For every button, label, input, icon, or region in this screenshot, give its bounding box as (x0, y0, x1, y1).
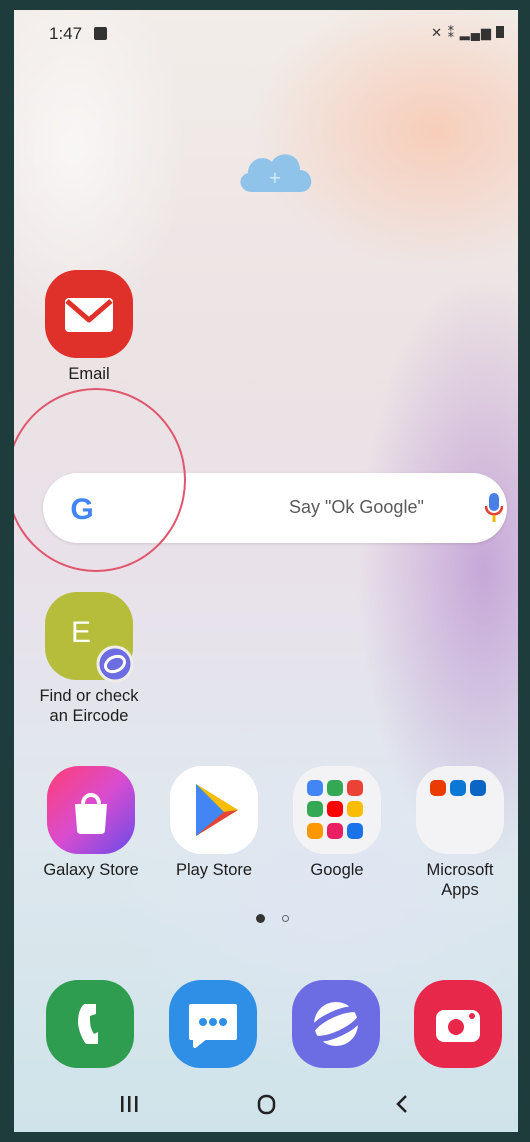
microsoft-apps-label: Microsoft Apps (426, 861, 494, 899)
youtube-icon (327, 801, 343, 818)
status-time: 1:47 (49, 24, 83, 43)
google-folder-label: Google (310, 861, 364, 879)
status-icons: ✕ ⁑ ▂▄▆ (431, 25, 504, 41)
svg-text:E: E (71, 616, 91, 649)
internet-app-icon[interactable] (292, 980, 380, 1068)
battery-icon (496, 26, 504, 38)
play-music-icon (327, 822, 343, 839)
status-bar: 1:47 ✕ ⁑ ▂▄▆ (14, 10, 518, 58)
maps-icon (307, 801, 323, 818)
gallery-icon (94, 27, 107, 40)
chrome-icon (327, 780, 343, 796)
play-store-label: Play Store (175, 861, 253, 879)
play-store-icon (170, 766, 258, 854)
linkedin-icon (470, 780, 486, 796)
recents-icon[interactable] (89, 1076, 169, 1132)
home-screen: 1:47 ✕ ⁑ ▂▄▆ + Email G Say "Ok Google" E… (14, 10, 518, 1132)
back-icon[interactable] (361, 1076, 441, 1132)
galaxy-store-label: Galaxy Store (43, 861, 139, 879)
email-app[interactable]: Email (34, 270, 144, 384)
google-search-bar[interactable]: G Say "Ok Google" (43, 473, 507, 543)
onedrive-icon (450, 780, 466, 796)
navigation-bar (14, 1076, 518, 1132)
signal-icon: ▂▄▆ (459, 25, 492, 40)
microsoft-folder-icon (416, 766, 504, 854)
svg-text:G: G (70, 493, 93, 526)
drive-icon (347, 801, 363, 818)
messages-app-icon[interactable] (169, 980, 257, 1068)
camera-app-icon[interactable] (414, 980, 502, 1068)
microsoft-apps-folder[interactable]: Microsoft Apps (405, 766, 515, 900)
page-dot (282, 915, 289, 922)
google-icon (307, 780, 323, 796)
mic-icon[interactable] (485, 493, 503, 523)
play-store-app[interactable]: Play Store (159, 766, 269, 880)
search-hint: Say "Ok Google" (289, 497, 424, 517)
eircode-icon: E (45, 592, 134, 683)
google-g-icon: G (70, 493, 93, 526)
play-movies-icon (307, 822, 323, 839)
office-icon (430, 780, 446, 796)
home-icon[interactable] (226, 1076, 306, 1132)
email-label: Email (68, 365, 110, 383)
wifi-calling-icon: ⁑ (447, 25, 456, 40)
google-folder[interactable]: Google (282, 766, 392, 880)
email-icon (45, 270, 133, 358)
galaxy-store-app[interactable]: Galaxy Store (36, 766, 146, 880)
gmail-icon (347, 780, 363, 796)
phone-app-icon[interactable] (46, 980, 134, 1068)
cloud-add-icon[interactable]: + (234, 146, 316, 194)
eircode-app[interactable]: E Find or check an Eircode (34, 592, 144, 726)
svg-text:+: + (268, 168, 281, 187)
eircode-label: Find or check an Eircode (39, 687, 139, 725)
galaxy-store-icon (47, 766, 135, 854)
mute-icon: ✕ (431, 25, 444, 40)
duo-icon (347, 822, 363, 839)
google-folder-icon (293, 766, 381, 854)
page-indicator (256, 914, 296, 924)
page-dot-current (256, 914, 265, 923)
